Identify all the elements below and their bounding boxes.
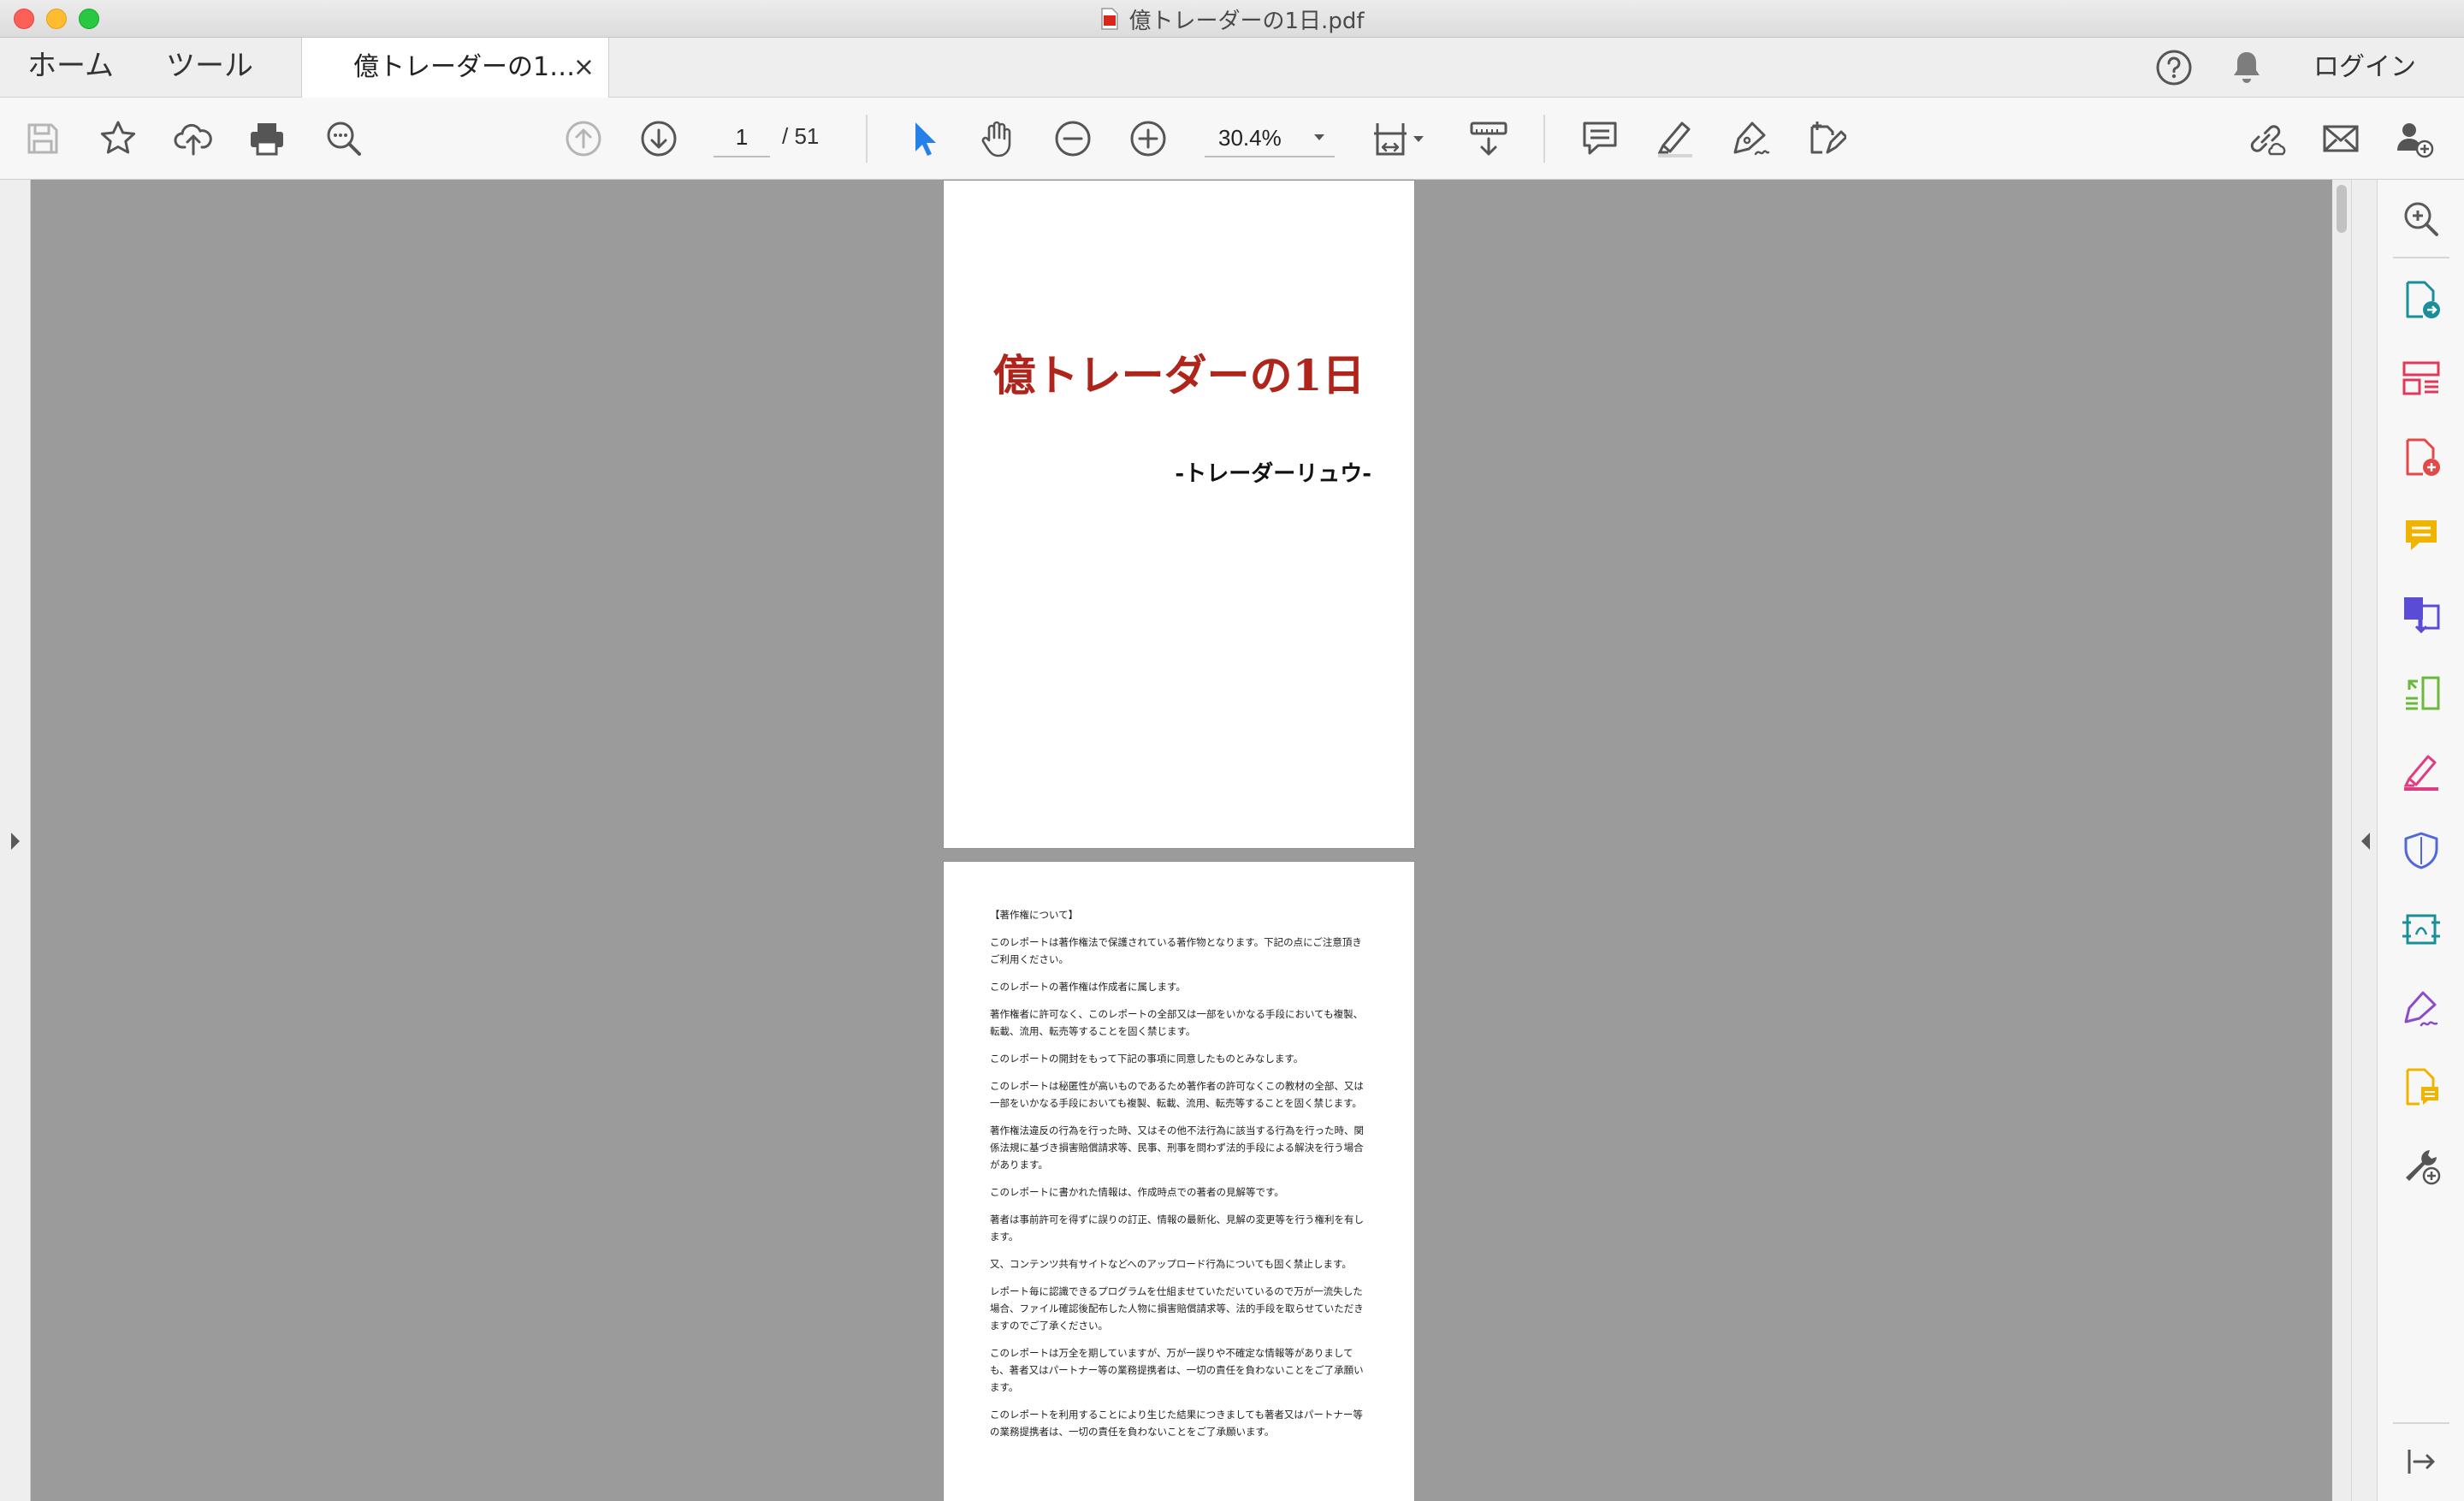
tools-pane-divider <box>2393 257 2449 258</box>
export-pdf-icon[interactable] <box>2401 279 2442 320</box>
search-zoom-icon[interactable] <box>2401 199 2442 240</box>
copyright-paragraph: このレポートの著作権は作成者に属します。 <box>990 981 1186 993</box>
fill-sign-icon[interactable] <box>1805 118 1846 159</box>
document-title: 億トレーダーの1日 <box>992 350 1365 400</box>
add-user-icon[interactable] <box>2394 118 2435 159</box>
fit-page-icon[interactable] <box>1372 118 1425 159</box>
page-total: / 51 <box>782 123 820 149</box>
scroll-mode-icon[interactable] <box>1468 118 1509 159</box>
organize-icon[interactable] <box>2401 673 2442 714</box>
left-panel-toggle-bar[interactable] <box>0 180 31 1501</box>
sign-pen-icon[interactable] <box>1730 118 1771 159</box>
vertical-scrollbar[interactable] <box>2332 180 2351 1501</box>
window-zoom-button[interactable] <box>79 9 99 29</box>
share-link-icon[interactable] <box>2245 118 2286 159</box>
tab-document[interactable]: 億トレーダーの1… × <box>301 38 609 98</box>
copyright-paragraph: このレポートは万全を期していますが、万が一誤りや不確定な情報等がありましても、著… <box>990 1347 1364 1393</box>
page-number-input[interactable] <box>714 118 770 157</box>
search-zoom-icon[interactable] <box>323 118 364 159</box>
chevron-down-icon <box>1314 134 1324 140</box>
bookmark-star-icon[interactable] <box>98 118 139 159</box>
collapse-panel-icon[interactable] <box>2401 1441 2442 1482</box>
chevron-right-icon[interactable] <box>9 830 22 852</box>
toolbar: / 51 30.4% <box>0 98 2464 180</box>
copyright-paragraph: このレポートの開封をもって下記の事項に同意したものとみなします。 <box>990 1053 1304 1065</box>
copyright-paragraph: このレポートは秘匿性が高いものであるため著作者の許可なくこの教材の全部、又は一部… <box>990 1080 1364 1109</box>
tab-close-button[interactable]: × <box>573 38 595 98</box>
redact-icon[interactable] <box>2401 751 2442 792</box>
copyright-paragraph: レポート毎に認識できるプログラムを仕組ませていただいているので万が一流失した場合… <box>990 1285 1364 1332</box>
cloud-upload-icon[interactable] <box>173 118 214 159</box>
chevron-left-icon[interactable] <box>2359 830 2372 852</box>
copyright-paragraph: このレポートを利用することにより生じた結果につきましても著者又はパートナー等の業… <box>990 1409 1363 1438</box>
window-title: 億トレーダーの1日.pdf <box>0 0 2464 38</box>
window-close-button[interactable] <box>14 9 34 29</box>
fill-sign-icon[interactable] <box>2401 988 2442 1029</box>
comment-icon[interactable] <box>2401 515 2442 556</box>
zoom-level-value: 30.4% <box>1218 125 1282 151</box>
copyright-paragraph: このレポートは著作権法で保護されている著作物となります。下記の点にご注意頂きご利… <box>990 936 1362 965</box>
zoom-out-icon[interactable] <box>1052 118 1093 159</box>
right-panel-toggle-bar[interactable] <box>2351 180 2377 1501</box>
window-minimize-button[interactable] <box>46 9 67 29</box>
tab-bar: ホーム ツール 億トレーダーの1… × ログイン <box>0 38 2464 98</box>
send-for-review-icon[interactable] <box>2401 1066 2442 1107</box>
more-tools-icon[interactable] <box>2401 1145 2442 1186</box>
print-icon[interactable] <box>246 118 287 159</box>
window-title-bar: 億トレーダーの1日.pdf <box>0 0 2464 38</box>
login-button[interactable]: ログイン <box>2313 38 2416 98</box>
hand-icon[interactable] <box>977 118 1018 159</box>
copyright-paragraph: このレポートに書かれた情報は、作成時点での著者の見解等です。 <box>990 1186 1284 1198</box>
copyright-paragraph: 著作権法違反の行為を行った時、又はその他不法行為に該当する行為を行った時、関係法… <box>990 1124 1364 1171</box>
select-arrow-icon[interactable] <box>903 118 945 159</box>
toolbar-divider <box>866 115 868 163</box>
copyright-paragraph: 又、コンテンツ共有サイトなどへのアップロード行為についても固く禁止します。 <box>990 1258 1352 1270</box>
organize-pages-icon[interactable] <box>2401 358 2442 399</box>
pdf-page-2[interactable]: 【著作権について】 このレポートは著作権法で保護されている著作物となります。下記… <box>943 861 1415 1501</box>
tab-home[interactable]: ホーム <box>27 38 114 98</box>
comment-icon[interactable] <box>1579 118 1620 159</box>
help-icon[interactable] <box>2154 48 2194 87</box>
document-author: -トレーダーリュウ- <box>1175 461 1371 487</box>
create-pdf-icon[interactable] <box>2401 436 2442 478</box>
combine-files-icon[interactable] <box>2401 594 2442 635</box>
zoom-in-icon[interactable] <box>1128 118 1169 159</box>
tab-document-label: 億トレーダーの1… <box>353 52 576 82</box>
zoom-level-select[interactable]: 30.4% <box>1205 118 1335 157</box>
highlight-icon[interactable] <box>1655 118 1696 159</box>
compress-icon[interactable] <box>2401 909 2442 950</box>
tab-tools[interactable]: ツール <box>166 38 253 98</box>
protect-icon[interactable] <box>2401 830 2442 871</box>
tools-pane <box>2377 180 2464 1501</box>
next-page-icon[interactable] <box>638 118 679 159</box>
pdf-file-icon <box>1100 8 1118 30</box>
mail-icon[interactable] <box>2320 118 2361 159</box>
copyright-notice: 【著作権について】 このレポートは著作権法で保護されている著作物となります。下記… <box>990 906 1371 1451</box>
bell-icon[interactable] <box>2228 48 2266 87</box>
scrollbar-thumb[interactable] <box>2337 185 2347 233</box>
tools-pane-divider <box>2393 1422 2449 1424</box>
copyright-paragraph: 著作権者に許可なく、このレポートの全部又は一部をいかなる手段においても複製、転載… <box>990 1008 1364 1037</box>
save-icon[interactable] <box>22 118 63 159</box>
copyright-heading: 【著作権について】 <box>990 909 1079 921</box>
copyright-paragraph: 著者は事前許可を得ずに誤りの訂正、情報の最新化、見解の変更等を行う権利を有します… <box>990 1213 1364 1243</box>
previous-page-icon[interactable] <box>563 118 604 159</box>
pdf-page-1[interactable]: 億トレーダーの1日 -トレーダーリュウ- <box>943 180 1415 849</box>
toolbar-divider <box>1543 115 1545 163</box>
window-title-text: 億トレーダーの1日.pdf <box>1128 8 1365 34</box>
